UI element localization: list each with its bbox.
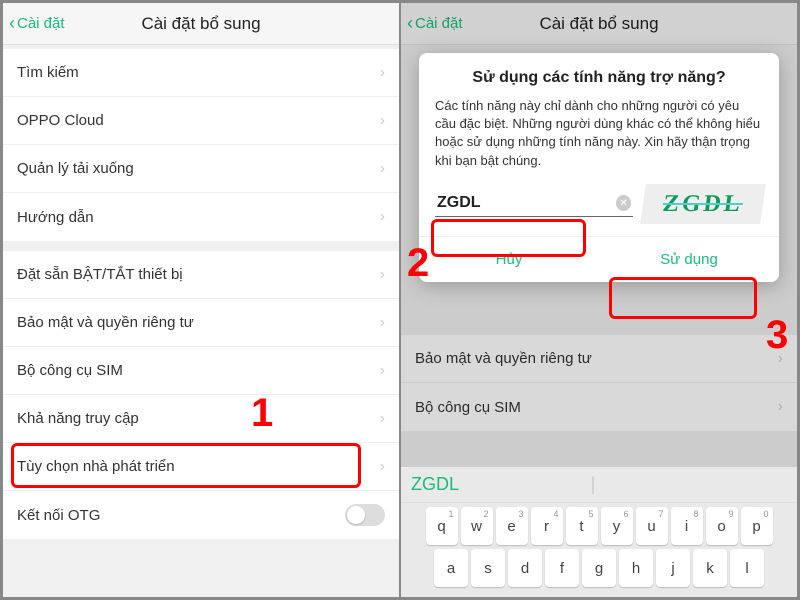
key-g[interactable]: g	[582, 549, 616, 587]
chevron-left-icon: ‹	[9, 13, 15, 34]
key-t[interactable]: t5	[566, 507, 598, 545]
keyboard-suggestion[interactable]: ZGDL	[411, 474, 459, 495]
key-s[interactable]: s	[471, 549, 505, 587]
key-y[interactable]: y6	[601, 507, 633, 545]
keyboard-suggestion-bar: ZGDL |	[401, 467, 797, 503]
key-i[interactable]: i8	[671, 507, 703, 545]
chevron-right-icon: ›	[380, 160, 385, 178]
key-f[interactable]: f	[545, 549, 579, 587]
chevron-right-icon: ›	[380, 362, 385, 380]
accessibility-dialog: Sử dụng các tính năng trợ năng? Các tính…	[419, 53, 779, 282]
back-label: Cài đặt	[17, 15, 65, 32]
list-item[interactable]: Khả năng truy cập›	[3, 395, 399, 443]
list-item[interactable]: Quản lý tải xuống›	[3, 145, 399, 193]
clear-icon[interactable]: ✕	[616, 195, 631, 211]
list-item[interactable]: Bảo mật và quyền riêng tư›	[3, 299, 399, 347]
list-item[interactable]: Bộ công cụ SIM›	[3, 347, 399, 395]
chevron-right-icon: ›	[380, 112, 385, 130]
chevron-right-icon: ›	[380, 410, 385, 428]
key-k[interactable]: k	[693, 549, 727, 587]
chevron-right-icon: ›	[380, 314, 385, 332]
key-p[interactable]: p0	[741, 507, 773, 545]
key-u[interactable]: u7	[636, 507, 668, 545]
captcha-image: ZGDL	[640, 184, 766, 224]
chevron-right-icon: ›	[380, 266, 385, 284]
key-r[interactable]: r4	[531, 507, 563, 545]
key-a[interactable]: a	[434, 549, 468, 587]
back-button[interactable]: ‹ Cài đặt	[9, 13, 65, 34]
dialog-title: Sử dụng các tính năng trợ năng?	[435, 69, 763, 87]
key-o[interactable]: o9	[706, 507, 738, 545]
soft-keyboard: ZGDL | q1w2e3r4t5y6u7i8o9p0 asdfghjkl	[401, 467, 797, 597]
toggle-switch[interactable]	[345, 504, 385, 526]
cancel-button[interactable]: Hủy	[419, 237, 599, 282]
list-item[interactable]: OPPO Cloud›	[3, 97, 399, 145]
captcha-input[interactable]	[437, 194, 616, 212]
list-item[interactable]: Kết nối OTG	[3, 491, 399, 539]
captcha-input-wrapper: ✕	[435, 190, 633, 217]
chevron-right-icon: ›	[380, 458, 385, 476]
settings-list: Tìm kiếm›OPPO Cloud›Quản lý tải xuống›Hư…	[3, 49, 399, 539]
list-item[interactable]: Đặt sẵn BẬT/TẮT thiết bị›	[3, 251, 399, 299]
key-l[interactable]: l	[730, 549, 764, 587]
key-q[interactable]: q1	[426, 507, 458, 545]
key-h[interactable]: h	[619, 549, 653, 587]
key-d[interactable]: d	[508, 549, 542, 587]
key-j[interactable]: j	[656, 549, 690, 587]
key-w[interactable]: w2	[461, 507, 493, 545]
list-item[interactable]: Tùy chọn nhà phát triển›	[3, 443, 399, 491]
chevron-right-icon: ›	[380, 208, 385, 226]
confirm-button[interactable]: Sử dụng	[599, 237, 779, 282]
header: ‹ Cài đặt Cài đặt bổ sung	[3, 3, 399, 45]
chevron-right-icon: ›	[380, 64, 385, 82]
key-e[interactable]: e3	[496, 507, 528, 545]
list-item[interactable]: Hướng dẫn›	[3, 193, 399, 241]
list-item[interactable]: Tìm kiếm›	[3, 49, 399, 97]
dialog-message: Các tính năng này chỉ dành cho những ngư…	[435, 97, 763, 170]
